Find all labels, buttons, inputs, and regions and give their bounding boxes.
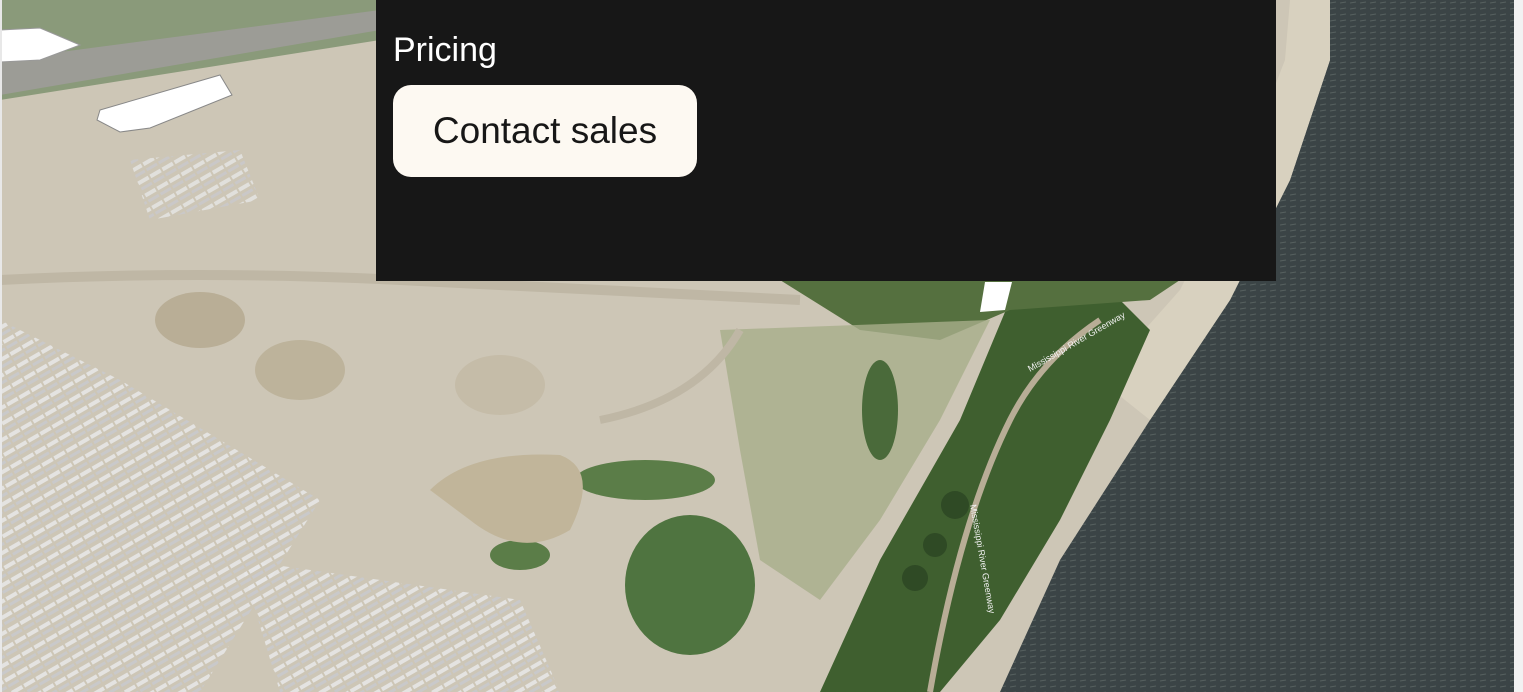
pricing-link[interactable]: Pricing — [393, 28, 1276, 72]
contact-sales-button[interactable]: Contact sales — [393, 85, 697, 177]
sand-pile — [455, 355, 545, 415]
tree — [923, 533, 947, 557]
tree — [902, 565, 928, 591]
left-frame — [0, 0, 2, 692]
tree — [941, 491, 969, 519]
vegetation-patch — [575, 460, 715, 500]
sand-pile — [255, 340, 345, 400]
vegetation-patch — [490, 540, 550, 570]
sand-pile — [155, 292, 245, 348]
right-frame — [1514, 0, 1523, 692]
vegetation-patch — [862, 360, 898, 460]
vegetation-patch — [625, 515, 755, 655]
navigation-menu-panel: Pricing Contact sales — [376, 0, 1276, 281]
